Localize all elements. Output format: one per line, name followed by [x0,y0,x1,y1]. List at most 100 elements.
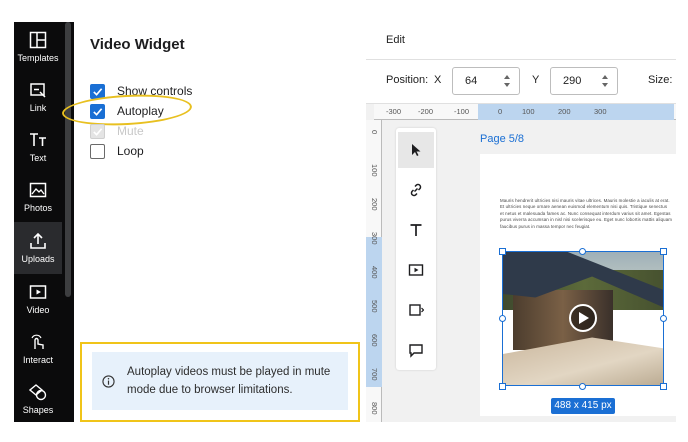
sidebar-item-uploads[interactable]: Uploads [14,222,62,274]
video-play-button[interactable] [569,304,597,332]
position-label: Position: [386,74,429,86]
edit-title: Edit [386,34,405,46]
edit-header: Edit [366,22,676,60]
y-position-input[interactable]: 290 [550,67,618,95]
info-icon [102,374,115,388]
video-widget-panel: Video Widget Show controls Autoplay Mute… [61,22,366,422]
video-tool[interactable] [398,252,434,288]
video-element[interactable] [502,251,664,386]
checkmark-icon [93,87,103,96]
sidebar-item-label: Link [29,103,47,113]
x-label: X [434,74,442,86]
sidebar-item-photos[interactable]: Photos [14,172,62,222]
x-position-input[interactable]: 64 [452,67,520,95]
mute-label: Mute [117,124,144,138]
y-position-value: 290 [563,75,582,87]
text-icon [30,133,46,146]
size-label: Size: [648,74,673,86]
mute-option: Mute [90,122,144,140]
canvas-page[interactable]: Mauris hendrerit ultricies nisi mauris v… [480,154,676,416]
y-label: Y [532,74,540,86]
page-indicator: Page 5/8 [480,133,525,145]
ruler-tick: 600 [370,334,379,347]
position-bar: Position: X 64 Y 290 Size: [366,60,676,104]
page-paragraph[interactable]: Mauris hendrerit ultricies nisi mauris v… [500,198,672,230]
stepper-arrows-icon[interactable] [503,73,511,89]
ruler-tick: 0 [498,107,503,116]
ruler-tick: -200 [418,107,434,116]
sidebar-item-link[interactable]: Link [14,72,62,122]
loop-label: Loop [117,144,144,158]
uploads-icon [30,232,46,249]
ruler-tick: 200 [558,107,571,116]
sidebar-item-label: Shapes [22,405,54,415]
text-tool[interactable] [398,212,434,248]
shape-tool[interactable] [398,292,434,328]
ruler-tick: 800 [370,402,379,415]
select-tool[interactable] [398,132,434,168]
resize-handle-top-right[interactable] [660,248,667,255]
vertical-ruler: 0 100 200 300 400 500 600 700 800 [366,120,382,422]
sidebar-item-label: Video [26,305,50,315]
resize-handle-top-left[interactable] [499,248,506,255]
tool-palette [396,128,436,370]
element-size-badge: 488 x 415 px [551,398,615,414]
sidebar-item-label: Photos [23,203,53,213]
sidebar-item-shapes[interactable]: Shapes [14,374,62,424]
ruler-tick: 300 [370,232,379,245]
loop-option[interactable]: Loop [90,142,144,160]
resize-handle-bottom-right[interactable] [660,383,667,390]
play-icon [579,312,589,324]
sidebar-item-label: Uploads [21,254,55,264]
text-icon [410,224,422,236]
sidebar-item-label: Templates [17,53,59,63]
ruler-tick: 500 [370,300,379,313]
ruler-tick: 400 [370,266,379,279]
sidebar-item-label: Text [29,153,47,163]
link-icon [30,83,46,98]
left-sidebar: Templates Link Text Photos Uploads Video… [14,22,74,422]
resize-handle-bottom[interactable] [579,383,586,390]
loop-checkbox[interactable] [90,143,105,159]
resize-handle-left[interactable] [499,315,506,322]
sidebar-item-label: Interact [22,355,53,365]
sidebar-item-interact[interactable]: Interact [14,324,62,374]
sidebar-item-templates[interactable]: Templates [14,22,62,72]
comment-tool[interactable] [398,332,434,368]
x-position-value: 64 [465,75,478,87]
video-icon [29,285,47,299]
sidebar-scrollbar[interactable] [65,22,71,297]
mute-checkbox [90,123,105,139]
panel-title: Video Widget [90,36,185,53]
ruler-tick: -100 [454,107,470,116]
square-icon [409,304,424,316]
photos-icon [29,182,47,198]
sidebar-item-video[interactable]: Video [14,274,62,324]
ruler-tick: 0 [370,130,379,135]
resize-handle-bottom-left[interactable] [499,383,506,390]
link-tool[interactable] [398,172,434,208]
shapes-icon [29,384,47,401]
checkmark-icon [93,127,103,136]
autoplay-info-note: Autoplay videos must be played in mute m… [92,352,348,410]
ruler-tick: 100 [522,107,535,116]
ruler-selection-highlight [478,104,674,120]
interact-icon [31,334,44,349]
ruler-tick: 200 [370,198,379,211]
ruler-tick: 700 [370,368,379,381]
video-icon [408,264,424,276]
ruler-tick: 300 [594,107,607,116]
resize-handle-top[interactable] [579,248,586,255]
resize-handle-right[interactable] [660,315,667,322]
pointer-icon [412,144,421,156]
note-highlight-frame: Autoplay videos must be played in mute m… [80,342,360,422]
link-icon [410,183,422,197]
ruler-tick: 100 [370,164,379,177]
ruler-tick: -300 [386,107,402,116]
editor-area: Edit Position: X 64 Y 290 Size: -300 -20… [366,22,676,422]
info-note-text: Autoplay videos must be played in mute m… [127,366,331,396]
sidebar-item-text[interactable]: Text [14,122,62,172]
horizontal-ruler: -300 -200 -100 0 100 200 300 [374,104,676,120]
comment-icon [409,344,423,358]
stepper-arrows-icon[interactable] [601,73,609,89]
